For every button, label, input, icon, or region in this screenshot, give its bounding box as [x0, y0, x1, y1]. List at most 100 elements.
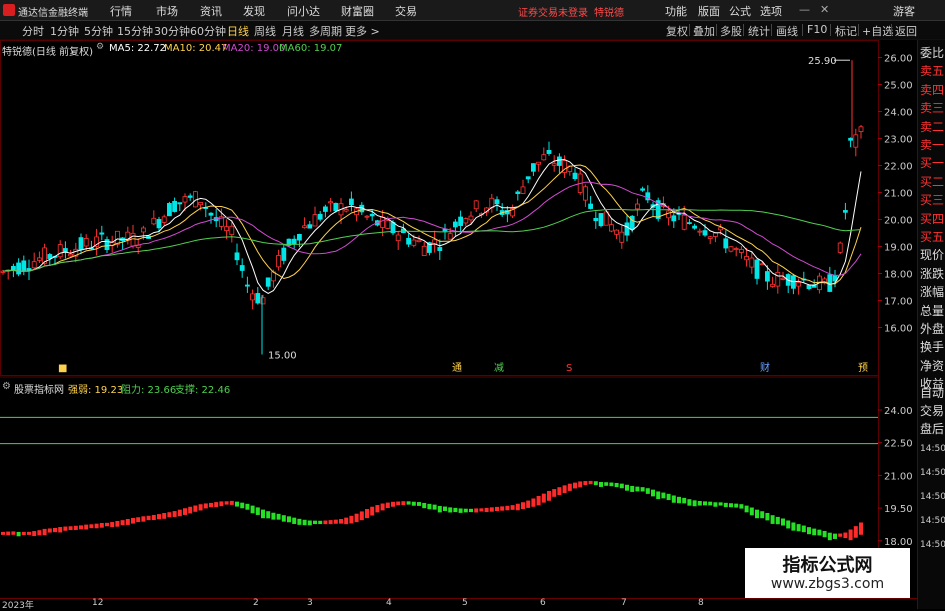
back-button[interactable]: 返回	[895, 23, 917, 39]
sidebar-item[interactable]: 买三	[920, 193, 944, 207]
strength-bar	[162, 513, 167, 519]
settings-icon[interactable]: ⚙	[96, 42, 104, 52]
candle-body	[234, 252, 240, 261]
menu-item-ask[interactable]: 问小达	[287, 3, 320, 19]
candle-body	[250, 293, 256, 301]
tab-monthly[interactable]: 月线	[282, 23, 304, 39]
menu-item-trade[interactable]: 交易	[395, 3, 417, 19]
tab-15min[interactable]: 15分钟	[117, 23, 153, 39]
sidebar-item[interactable]: 交易	[920, 404, 944, 418]
menu-item-function[interactable]: 功能	[665, 3, 687, 19]
menu-item-market[interactable]: 市场	[156, 3, 178, 19]
tab-30min[interactable]: 30分钟	[154, 23, 190, 39]
mark-button[interactable]: 标记	[835, 23, 857, 39]
candle-body	[343, 209, 349, 212]
tab-more[interactable]: 更多 >	[345, 23, 380, 39]
strength-bar	[276, 513, 281, 520]
minimize-icon[interactable]: —	[799, 3, 810, 16]
strength-bar	[651, 489, 655, 497]
menu-item-wealth[interactable]: 财富圈	[341, 3, 374, 19]
sidebar-item[interactable]: 卖五	[920, 64, 944, 78]
strength-bar	[422, 502, 427, 509]
sidebar-item[interactable]: 卖二	[920, 120, 944, 134]
candle-body	[614, 229, 619, 235]
strength-bar	[838, 533, 843, 537]
sidebar-item[interactable]: 买一	[920, 156, 944, 170]
tab-5min[interactable]: 5分钟	[84, 23, 113, 39]
draw-button[interactable]: 画线	[776, 23, 798, 39]
sidebar-item[interactable]: 净资	[920, 359, 944, 373]
stats-button[interactable]: 统计	[748, 23, 770, 39]
sidebar-item[interactable]: 换手	[920, 340, 944, 354]
strength-bar	[354, 513, 359, 523]
sidebar-item[interactable]: 现价	[920, 248, 944, 262]
sidebar-item[interactable]: 外盘	[920, 322, 944, 336]
menu-item-news[interactable]: 资讯	[200, 3, 222, 19]
sidebar-item[interactable]: 买五	[920, 230, 944, 244]
strength-bar	[718, 502, 723, 506]
strength-bar	[281, 515, 286, 522]
tab-weekly[interactable]: 周线	[254, 23, 276, 39]
strength-bar	[443, 506, 447, 511]
close-icon[interactable]: ✕	[820, 3, 829, 16]
guest-button[interactable]: 游客	[893, 3, 915, 19]
candle-body	[640, 188, 645, 191]
strength-bar	[58, 527, 63, 533]
strength-bar	[94, 523, 99, 529]
multi-stock-button[interactable]: 多股	[720, 23, 742, 39]
strength-bar	[469, 508, 473, 513]
strength-bar	[302, 519, 307, 526]
sidebar-item[interactable]: 卖三	[920, 101, 944, 115]
login-notice[interactable]: 证券交易未登录	[518, 4, 588, 19]
strength-label: 强弱: 19.23	[68, 385, 124, 396]
menu-item-formula[interactable]: 公式	[729, 3, 751, 19]
menu-item-quotes[interactable]: 行情	[110, 3, 132, 19]
strength-bar	[552, 489, 557, 497]
f10-button[interactable]: F10	[807, 23, 827, 36]
candle-body	[68, 253, 73, 257]
add-watchlist-button[interactable]: +自选	[862, 23, 893, 39]
strength-bar	[89, 524, 94, 529]
sidebar-item[interactable]: 盘后	[920, 422, 944, 436]
adjust-button[interactable]: 复权	[666, 23, 688, 39]
kline-chart[interactable]: 26.00 25.00 24.00 23.00 22.00 21.00 20.00 19.00…	[0, 40, 917, 598]
strength-bar	[167, 512, 172, 518]
strength-bar	[479, 508, 484, 512]
tab-timeshare[interactable]: 分时	[22, 23, 44, 39]
menu-item-options[interactable]: 选项	[760, 3, 782, 19]
candle-body	[156, 219, 162, 229]
sidebar-item[interactable]: 买二	[920, 175, 944, 189]
sidebar-item[interactable]: 委比	[920, 46, 944, 60]
sidebar-item[interactable]: 总量	[920, 304, 944, 318]
sidebar-item[interactable]: 自动	[920, 386, 944, 400]
menu-item-layout[interactable]: 版面	[698, 3, 720, 19]
tab-60min[interactable]: 60分钟	[190, 23, 226, 39]
candle-body	[770, 283, 775, 287]
sidebar-item[interactable]: 买四	[920, 212, 944, 226]
strength-bar	[183, 508, 187, 515]
strength-bar	[495, 506, 499, 512]
candle-body	[182, 196, 188, 203]
strength-bar	[250, 505, 255, 514]
sidebar-item[interactable]: 卖四	[920, 83, 944, 97]
strength-bar	[625, 484, 629, 491]
candle-body	[858, 126, 864, 132]
tab-daily[interactable]: 日线	[227, 23, 249, 39]
sidebar-item[interactable]: 卖一	[920, 138, 944, 152]
sidebar-item[interactable]: 涨幅	[920, 285, 944, 299]
strength-bar	[432, 504, 437, 510]
candle-body	[744, 256, 749, 261]
tab-1min[interactable]: 1分钟	[50, 23, 79, 39]
overlay-button[interactable]: 叠加	[693, 23, 715, 39]
watermark-url: www.zbgs3.com	[770, 576, 885, 592]
sidebar-item[interactable]: 涨跌	[920, 267, 944, 281]
menu-item-discover[interactable]: 发现	[243, 3, 265, 19]
strength-bar	[53, 527, 57, 533]
strength-bar	[812, 528, 817, 536]
tab-multiperiod[interactable]: 多周期	[309, 23, 342, 39]
indicator-settings-icon[interactable]: ⚙	[2, 381, 11, 392]
strength-bar	[229, 500, 234, 505]
candle-body	[666, 210, 671, 219]
candle-body	[411, 239, 417, 246]
candle-body	[99, 232, 105, 235]
